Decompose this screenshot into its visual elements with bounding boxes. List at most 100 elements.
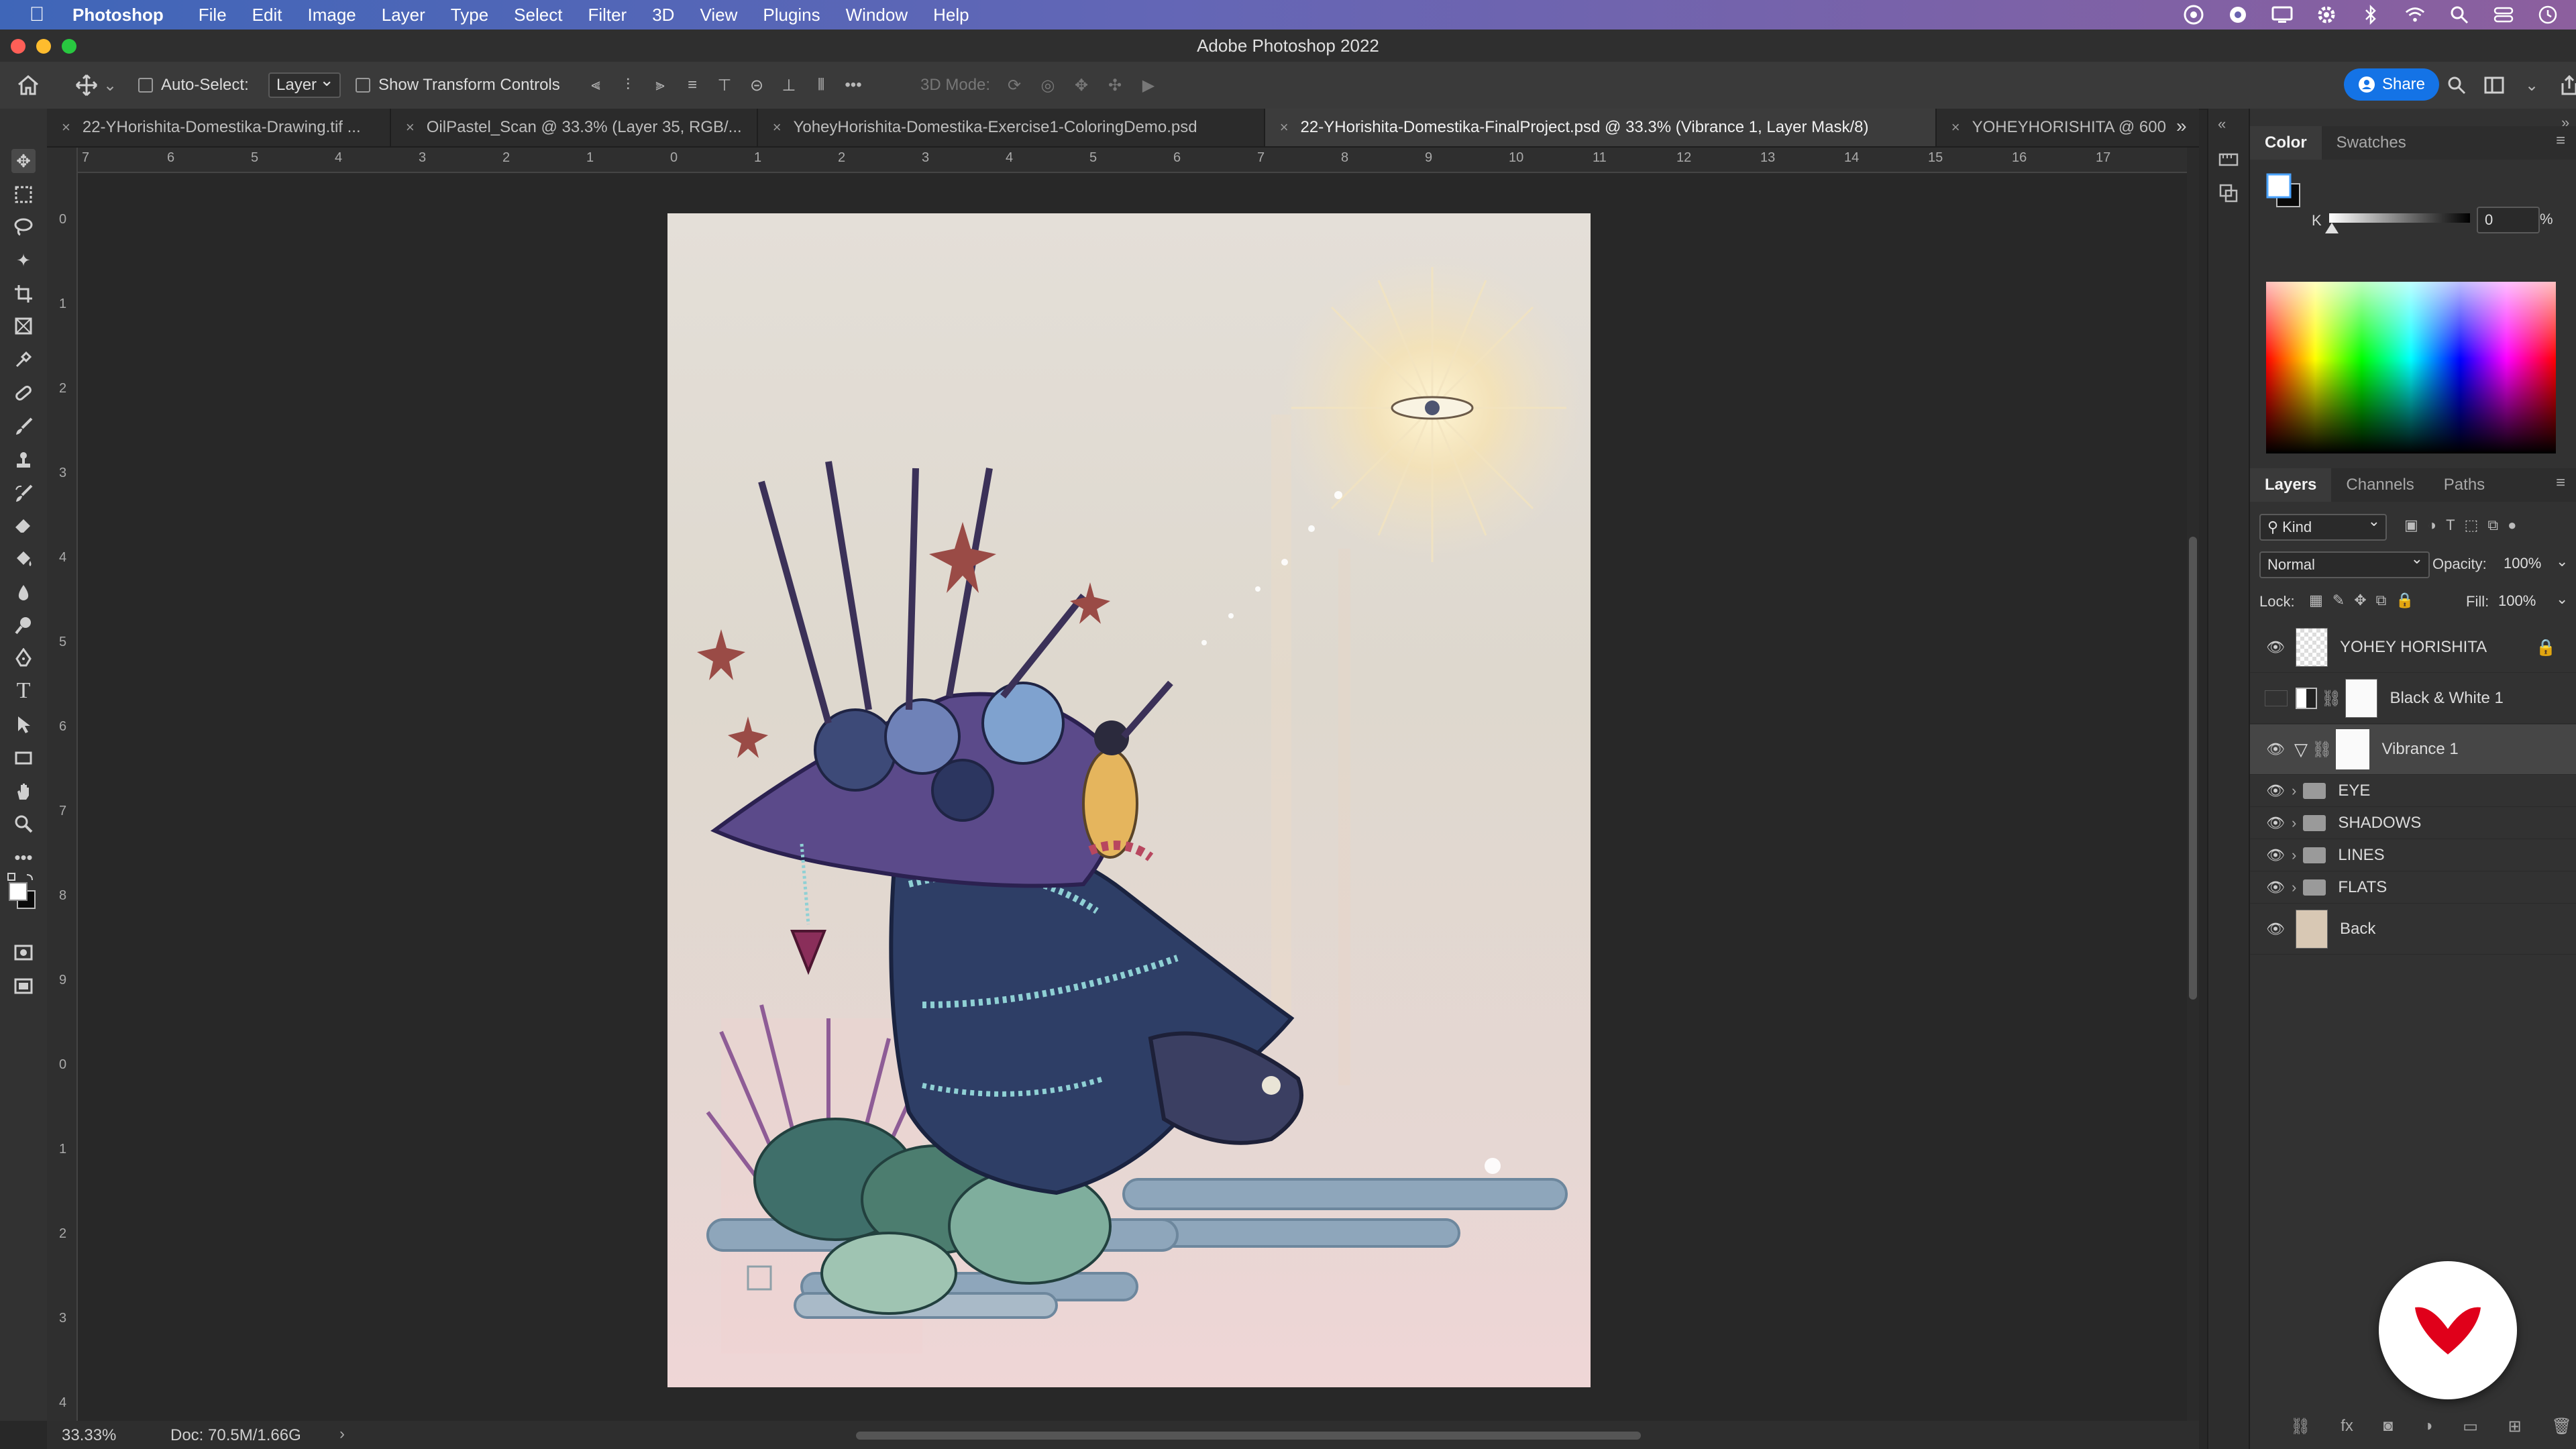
chevron-down-icon[interactable]: ⌄: [2556, 553, 2568, 570]
menu-file[interactable]: File: [199, 5, 227, 25]
type-tool-icon[interactable]: T: [11, 678, 36, 703]
color-swatches[interactable]: [7, 872, 38, 912]
close-tab-icon[interactable]: ×: [773, 119, 782, 136]
quick-mask-icon[interactable]: [11, 941, 36, 965]
dodge-tool-icon[interactable]: [11, 613, 36, 637]
vertical-scrollbar-thumb[interactable]: [2189, 537, 2197, 1000]
blend-mode-select[interactable]: Normal ⌄: [2259, 550, 2430, 578]
layer-mask-thumbnail[interactable]: [2345, 679, 2378, 718]
layer-row-yohey-horishita[interactable]: 👁 YOHEY HORISHITA 🔒: [2250, 623, 2576, 673]
adjustments-panel-icon[interactable]: [2218, 182, 2239, 207]
fill-input[interactable]: 100%: [2491, 589, 2552, 613]
layer-filter-select[interactable]: ⚲ Kind ⌄: [2259, 513, 2387, 541]
gear-icon[interactable]: [2316, 4, 2337, 25]
link-icon[interactable]: ⛓: [2321, 689, 2341, 708]
auto-select-checkbox[interactable]: [138, 78, 153, 93]
zoom-tool-icon[interactable]: [11, 812, 36, 836]
pen-tool-icon[interactable]: [11, 645, 36, 669]
rectangle-tool-icon[interactable]: [11, 746, 36, 770]
clock-icon[interactable]: [2537, 4, 2559, 25]
menu-type[interactable]: Type: [451, 5, 488, 25]
share-export-icon[interactable]: [2559, 74, 2576, 96]
menu-edit[interactable]: Edit: [252, 5, 282, 25]
menu-help[interactable]: Help: [933, 5, 969, 25]
bluetooth-icon[interactable]: [2360, 4, 2381, 25]
tabs-overflow-icon[interactable]: »: [2176, 115, 2187, 137]
layer-row-vibrance[interactable]: 👁 ▽ ⛓ Vibrance 1: [2250, 724, 2576, 775]
panel-menu-icon[interactable]: ≡: [2556, 131, 2565, 150]
link-icon[interactable]: ⛓: [2312, 740, 2332, 759]
pixel-filter-icon[interactable]: ▣: [2404, 517, 2418, 534]
tab-document-oilpastel[interactable]: × OilPastel_Scan @ 33.3% (Layer 35, RGB/…: [391, 109, 758, 146]
wifi-icon[interactable]: [2404, 4, 2426, 25]
layer-group-lines[interactable]: 👁 › LINES: [2250, 840, 2576, 871]
chevron-right-icon[interactable]: ›: [2292, 782, 2296, 800]
tab-swatches[interactable]: Swatches: [2322, 126, 2421, 160]
menu-app-photoshop[interactable]: Photoshop: [72, 5, 164, 25]
eye-icon[interactable]: 👁: [2265, 879, 2286, 896]
menu-select[interactable]: Select: [514, 5, 562, 25]
lasso-tool-icon[interactable]: [11, 215, 36, 239]
screen-mode-icon[interactable]: [11, 974, 36, 998]
chevron-down-icon[interactable]: ⌄: [2521, 74, 2542, 96]
creative-cloud-icon[interactable]: [2183, 4, 2204, 25]
chevron-right-icon[interactable]: ›: [2292, 847, 2296, 864]
path-selection-tool-icon[interactable]: [11, 712, 36, 737]
adjustment-filter-icon[interactable]: ◑: [2428, 517, 2436, 534]
spotlight-search-icon[interactable]: [2449, 4, 2470, 25]
layer-row-black-white[interactable]: · ⛓ Black & White 1: [2250, 674, 2576, 724]
align-right-icon[interactable]: ⫸: [649, 74, 671, 96]
eye-icon[interactable]: 👁: [2265, 741, 2286, 758]
menu-3d[interactable]: 3D: [652, 5, 674, 25]
new-group-icon[interactable]: ▭: [2463, 1417, 2478, 1436]
properties-panel-icon[interactable]: [2218, 149, 2239, 174]
k-slider-track[interactable]: [2329, 213, 2470, 223]
horizontal-scrollbar-thumb[interactable]: [856, 1432, 1641, 1440]
k-slider-handle[interactable]: [2325, 223, 2339, 233]
color-spectrum-picker[interactable]: [2266, 282, 2556, 453]
lock-pixels-icon[interactable]: ✎: [2332, 592, 2345, 609]
close-tab-icon[interactable]: ×: [62, 119, 70, 136]
menu-layer[interactable]: Layer: [382, 5, 425, 25]
tab-document-exercise[interactable]: × YoheyHorishita-Domestika-Exercise1-Col…: [758, 109, 1265, 146]
type-filter-icon[interactable]: T: [2446, 517, 2455, 534]
lock-all-icon[interactable]: 🔒: [2396, 592, 2414, 609]
eyedropper-tool-icon[interactable]: [11, 347, 36, 372]
menu-view[interactable]: View: [700, 5, 737, 25]
visibility-toggle-off[interactable]: ·: [2265, 690, 2288, 706]
marquee-tool-icon[interactable]: [11, 182, 36, 207]
brush-tool-icon[interactable]: [11, 415, 36, 439]
eye-icon[interactable]: 👁: [2265, 782, 2286, 800]
smart-object-filter-icon[interactable]: ⧉: [2487, 517, 2498, 534]
move-tool-preset[interactable]: ⌄: [75, 62, 117, 109]
lock-transparency-icon[interactable]: ▦: [2309, 592, 2323, 609]
collapse-dock-icon[interactable]: «: [2218, 115, 2226, 133]
layer-group-eye[interactable]: 👁 › EYE: [2250, 775, 2576, 807]
blur-tool-icon[interactable]: [11, 581, 36, 605]
close-tab-icon[interactable]: ×: [1280, 119, 1289, 136]
tab-paths[interactable]: Paths: [2429, 468, 2500, 502]
trash-icon[interactable]: 🗑: [2552, 1417, 2572, 1436]
align-bottom-icon[interactable]: ⊥: [778, 74, 800, 96]
tab-layers[interactable]: Layers: [2250, 468, 2332, 502]
slide-3d-icon[interactable]: ✣: [1104, 74, 1126, 96]
align-top-icon[interactable]: ⊤: [714, 74, 735, 96]
layer-mask-thumbnail[interactable]: [2336, 729, 2370, 769]
auto-select-target-select[interactable]: Layer: [268, 70, 341, 98]
paint-bucket-tool-icon[interactable]: [11, 547, 36, 572]
clone-stamp-tool-icon[interactable]: [11, 448, 36, 472]
history-brush-tool-icon[interactable]: [11, 482, 36, 506]
apple-icon[interactable]: : [24, 2, 50, 28]
search-icon[interactable]: [2446, 74, 2467, 96]
menu-window[interactable]: Window: [846, 5, 908, 25]
layer-group-flats[interactable]: 👁 › FLATS: [2250, 872, 2576, 904]
lock-artboard-icon[interactable]: ⧉: [2376, 592, 2387, 609]
move-tool-icon[interactable]: ✥: [11, 149, 36, 173]
menu-plugins[interactable]: Plugins: [763, 5, 820, 25]
magic-wand-tool-icon[interactable]: ✦: [11, 248, 36, 272]
orbit-3d-icon[interactable]: ⟳: [1004, 74, 1025, 96]
close-tab-icon[interactable]: ×: [1951, 119, 1960, 136]
minimize-window-button[interactable]: [36, 39, 51, 54]
align-center-horizontal-icon[interactable]: ⫶: [617, 74, 639, 96]
frame-tool-icon[interactable]: [11, 314, 36, 338]
